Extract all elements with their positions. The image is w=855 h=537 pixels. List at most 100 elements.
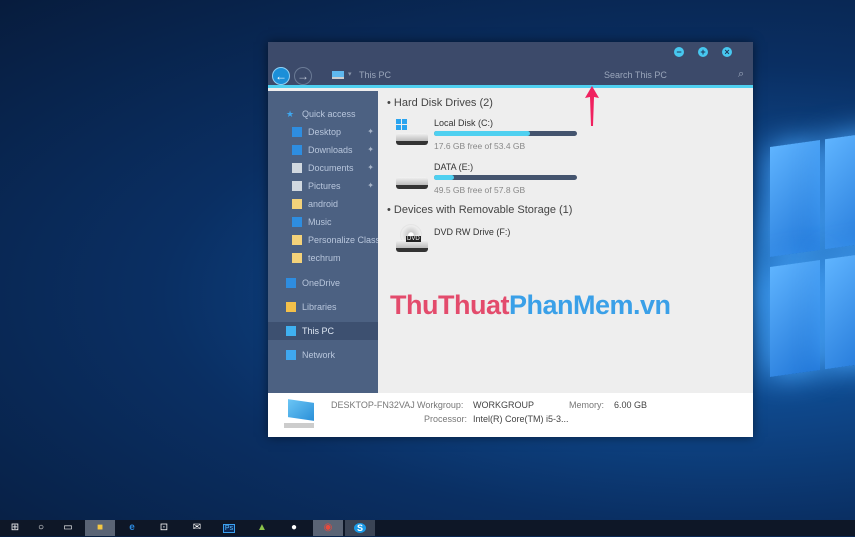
processor-value: Intel(R) Core(TM) i5-3...	[473, 414, 569, 424]
sidebar-item-music[interactable]: Music	[268, 213, 378, 231]
sidebar-item-label: Downloads	[308, 145, 353, 155]
task-view-icon: ▭	[63, 522, 73, 533]
navigation-pane: ★ Quick access Desktop ✦ Downloads ✦ Documents…	[268, 91, 378, 393]
title-bar: − + × ← → ▾ This PC Search This PC ⌕	[268, 42, 753, 88]
sidebar-item-android[interactable]: android	[268, 195, 378, 213]
sidebar-item-label: Network	[302, 350, 336, 360]
download-icon	[292, 145, 302, 155]
group-header-removable[interactable]: • Devices with Removable Storage (1)	[387, 204, 572, 216]
sidebar-item-network[interactable]: Network	[268, 346, 378, 364]
watermark-part2: PhanMem.vn	[508, 290, 671, 320]
drive-e[interactable]: DATA (E:) 49.5 GB free of 57.8 GB	[396, 161, 596, 201]
file-explorer-window: − + × ← → ▾ This PC Search This PC ⌕ ★ Qu…	[268, 42, 753, 437]
chevron-down-icon[interactable]: ▾	[348, 70, 352, 78]
taskbar-chrome[interactable]: ◉	[313, 520, 343, 536]
edge-icon: e	[129, 522, 135, 533]
drive-name: Local Disk (C:)	[434, 118, 494, 128]
sidebar-item-label: Personalize Classic	[308, 235, 378, 245]
arrow-right-icon: →	[297, 69, 309, 83]
sidebar-item-label: OneDrive	[302, 278, 341, 288]
content-pane: • Hard Disk Drives (2) Local Disk (C:) 1…	[378, 91, 753, 393]
drive-c[interactable]: Local Disk (C:) 17.6 GB free of 53.4 GB	[396, 117, 596, 157]
drive-free-space: 17.6 GB free of 53.4 GB	[434, 141, 526, 151]
windows-logo-icon	[396, 119, 407, 130]
minimize-button[interactable]: −	[674, 47, 684, 57]
search-input[interactable]: Search This PC	[604, 70, 734, 80]
taskbar-photoshop[interactable]: Ps	[216, 520, 242, 536]
taskbar-file-explorer[interactable]: ■	[85, 520, 115, 536]
sidebar-item-pictures[interactable]: Pictures ✦	[268, 177, 378, 195]
drive-usage-bar	[434, 131, 577, 136]
folder-icon: ■	[96, 522, 104, 533]
watermark: ThuThuatPhanMem.vn	[390, 290, 671, 321]
computer-icon	[288, 399, 314, 421]
hard-drive-icon	[396, 177, 428, 189]
group-header-hdd[interactable]: • Hard Disk Drives (2)	[387, 97, 493, 109]
cortana-button[interactable]: ○	[28, 520, 54, 536]
drive-name: DATA (E:)	[434, 162, 474, 172]
drive-free-space: 49.5 GB free of 57.8 GB	[434, 185, 526, 195]
folder-icon	[292, 235, 302, 245]
sidebar-item-label: techrum	[308, 253, 341, 263]
breadcrumb[interactable]: This PC	[359, 70, 391, 80]
photoshop-icon: Ps	[222, 524, 236, 533]
taskbar-android[interactable]: ▲	[249, 520, 275, 536]
dvd-badge: DVD	[406, 236, 421, 242]
music-icon	[292, 217, 302, 227]
skype-icon: S	[353, 523, 366, 533]
sidebar-item-this-pc[interactable]: This PC	[268, 322, 378, 340]
pin-icon[interactable]: ✦	[367, 159, 374, 177]
watermark-part1: ThuThuat	[390, 290, 509, 320]
taskbar-skype[interactable]: S	[345, 520, 375, 536]
workgroup-label: Workgroup:	[417, 400, 464, 410]
desktop-icon	[292, 127, 302, 137]
taskbar-app[interactable]: ●	[281, 520, 307, 536]
folder-icon	[292, 253, 302, 263]
taskbar-mail[interactable]: ✉	[184, 520, 210, 536]
drive-dvd[interactable]: DVD DVD RW Drive (F:)	[396, 224, 596, 264]
taskbar-edge[interactable]: e	[119, 520, 145, 536]
store-icon: ⊡	[159, 522, 169, 533]
arrow-left-icon: ←	[275, 69, 287, 83]
libraries-icon	[286, 302, 296, 312]
sidebar-item-label: android	[308, 199, 339, 209]
documents-icon	[292, 163, 302, 173]
sidebar-item-downloads[interactable]: Downloads ✦	[268, 141, 378, 159]
start-button[interactable]: ⊞	[2, 520, 28, 536]
pictures-icon	[292, 181, 302, 191]
pc-icon	[332, 71, 344, 79]
chrome-icon: ◉	[323, 522, 333, 533]
circle-icon: ○	[37, 522, 45, 533]
app-icon: ●	[290, 522, 298, 533]
sidebar-item-libraries[interactable]: Libraries	[268, 298, 378, 316]
sidebar-item-label: Quick access	[302, 109, 356, 119]
folder-icon	[292, 199, 302, 209]
sidebar-item-quick-access[interactable]: ★ Quick access	[268, 105, 378, 123]
sidebar-item-documents[interactable]: Documents ✦	[268, 159, 378, 177]
sidebar-item-label: This PC	[302, 326, 335, 336]
windows-icon: ⊞	[10, 522, 20, 533]
sidebar-item-desktop[interactable]: Desktop ✦	[268, 123, 378, 141]
task-view-button[interactable]: ▭	[55, 520, 81, 536]
maximize-button[interactable]: +	[698, 47, 708, 57]
search-icon[interactable]: ⌕	[738, 68, 744, 81]
mail-icon: ✉	[192, 522, 202, 533]
pin-icon[interactable]: ✦	[367, 141, 374, 159]
pin-icon[interactable]: ✦	[367, 123, 374, 141]
close-button[interactable]: ×	[722, 47, 732, 57]
memory-label: Memory:	[569, 400, 605, 410]
sidebar-item-techrum[interactable]: techrum	[268, 249, 378, 267]
sidebar-item-onedrive[interactable]: OneDrive	[268, 274, 378, 292]
group-label: Devices with Removable Storage (1)	[393, 204, 573, 216]
pin-icon[interactable]: ✦	[367, 177, 374, 195]
drive-name: DVD RW Drive (F:)	[434, 227, 511, 237]
pc-icon	[286, 326, 296, 336]
sidebar-item-personalize-classic[interactable]: Personalize Classic	[268, 231, 378, 249]
taskbar-store[interactable]: ⊡	[151, 520, 177, 536]
sidebar-item-label: Pictures	[308, 181, 341, 191]
back-button[interactable]: ←	[272, 67, 290, 85]
forward-button[interactable]: →	[294, 67, 312, 85]
annotation-arrow	[585, 86, 599, 126]
processor-label: Processor:	[424, 414, 468, 424]
sidebar-item-label: Music	[308, 217, 332, 227]
